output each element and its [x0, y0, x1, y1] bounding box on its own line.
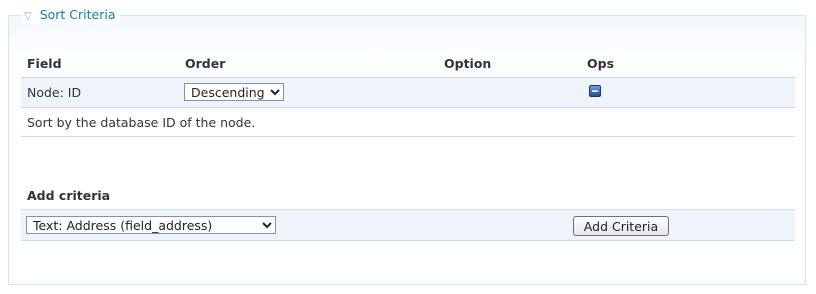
add-criteria-select[interactable]: Text: Address (field_address): [26, 216, 276, 234]
fieldset-legend[interactable]: ▽ Sort Criteria: [22, 8, 120, 24]
add-criteria-row: Text: Address (field_address) Add Criter…: [21, 209, 795, 241]
add-criteria-button[interactable]: Add Criteria: [573, 216, 669, 236]
legend-label: Sort Criteria: [39, 7, 116, 22]
triangle-down-icon: ▽: [24, 11, 32, 22]
order-select[interactable]: Descending: [184, 83, 284, 101]
table-row: Node: ID Descending: [21, 77, 795, 108]
header-field: Field: [27, 56, 62, 71]
description-row: Sort by the database ID of the node.: [21, 108, 795, 137]
header-ops: Ops: [587, 56, 615, 71]
header-option: Option: [444, 56, 492, 71]
sort-criteria-fieldset: [8, 15, 806, 285]
field-name: Node: ID: [27, 85, 82, 100]
add-criteria-heading: Add criteria: [27, 188, 111, 203]
sort-description: Sort by the database ID of the node.: [27, 115, 256, 130]
delete-icon[interactable]: [589, 85, 601, 97]
header-order: Order: [185, 56, 226, 71]
